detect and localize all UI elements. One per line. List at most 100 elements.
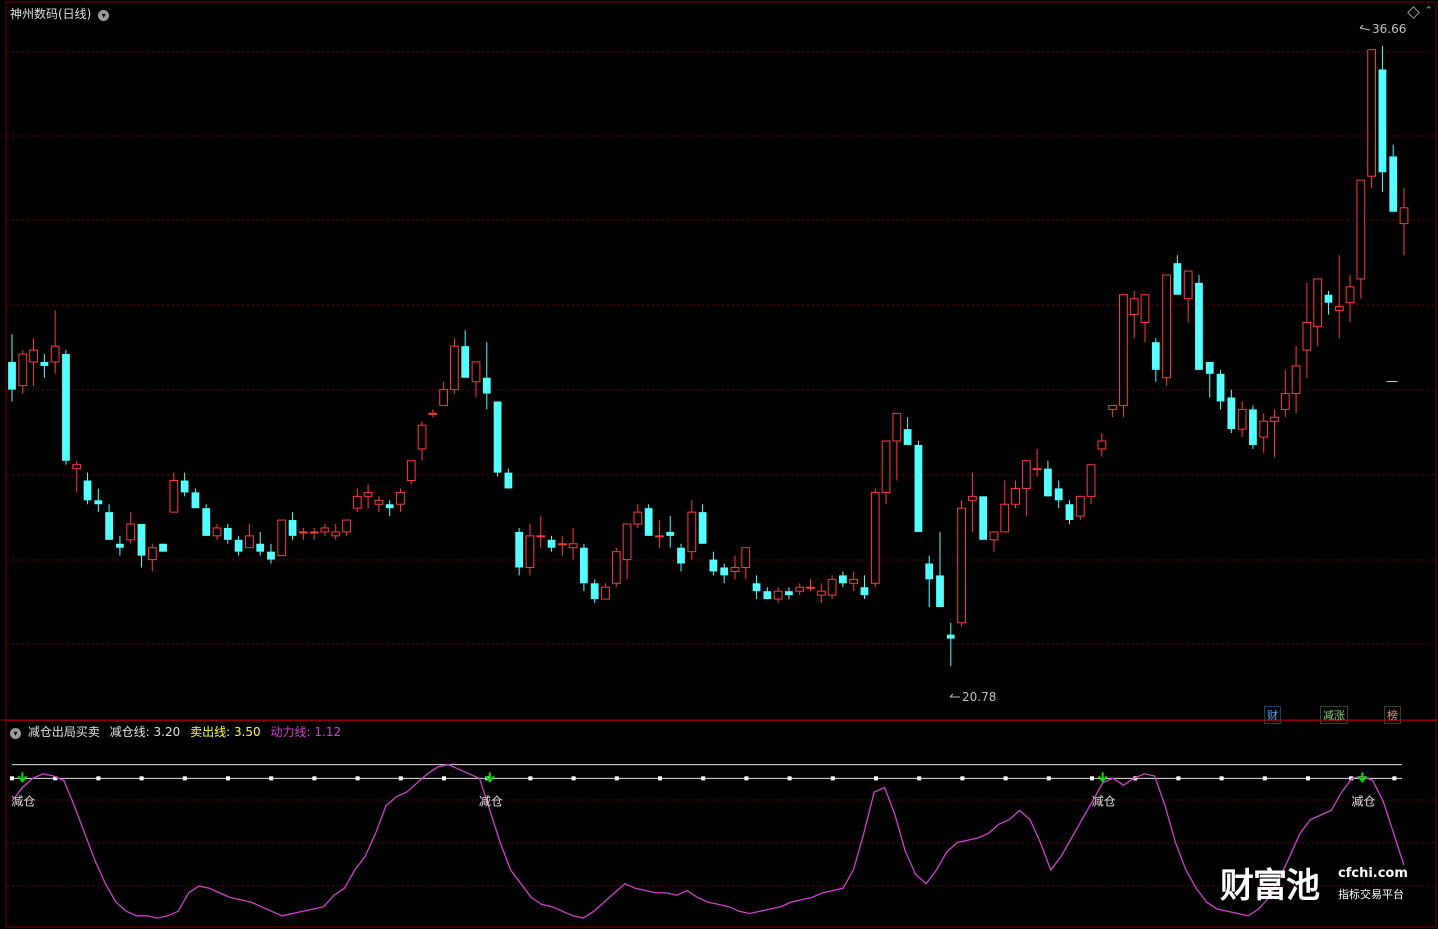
- candle-body: [870, 491, 880, 584]
- reduce-line-dot: [614, 776, 619, 781]
- candle-body: [1173, 263, 1182, 295]
- high-arrow-icon: [1359, 24, 1371, 31]
- candle-body: [202, 508, 211, 536]
- signal-arrow-icon: [1357, 772, 1368, 783]
- reduce-line-dot: [96, 776, 101, 781]
- candle-body: [234, 539, 243, 552]
- chevron-down-icon[interactable]: ▾: [10, 728, 21, 739]
- candle-body: [946, 634, 955, 639]
- reduce-line-dot: [960, 776, 965, 781]
- reduce-line-dot: [312, 776, 317, 781]
- candle-body: [1389, 156, 1398, 212]
- candle-body: [191, 492, 200, 509]
- candle-body: [1129, 298, 1139, 316]
- candle-body: [406, 460, 416, 482]
- candle-body: [83, 480, 92, 501]
- candle-body: [1151, 342, 1160, 370]
- candle-body: [1183, 270, 1193, 300]
- candle-body: [147, 547, 157, 561]
- candle-body: [989, 531, 999, 541]
- candle-body: [1356, 179, 1366, 280]
- candle-body: [1044, 468, 1052, 497]
- candle-body: [590, 583, 599, 600]
- candle-body: [331, 531, 341, 537]
- param-reduce: 减仓线: 3.20: [109, 725, 181, 739]
- candle-body: [687, 511, 697, 553]
- reduce-line-dot: [1219, 776, 1224, 781]
- reduce-line-dot: [139, 776, 144, 781]
- candle-body: [461, 346, 470, 378]
- candle-body: [1324, 294, 1333, 303]
- candle-body: [644, 508, 653, 536]
- candle-body: [611, 551, 621, 584]
- candle-body: [1313, 278, 1323, 327]
- candle-body: [881, 440, 891, 493]
- candle-body: [105, 512, 114, 540]
- candle-body: [40, 361, 49, 366]
- chevron-up-icon[interactable]: ⌃: [1424, 4, 1433, 17]
- candle-body: [1065, 504, 1074, 521]
- candle-body: [914, 444, 923, 532]
- candle-body: [1259, 420, 1269, 438]
- chevron-down-icon[interactable]: ▾: [98, 10, 110, 21]
- candle-body: [677, 547, 685, 564]
- candle-body: [827, 578, 837, 596]
- low-price-label: 20.78: [962, 690, 996, 704]
- candle-body: [903, 429, 912, 445]
- tag-ranking[interactable]: 榜: [1384, 706, 1401, 724]
- candle-body: [1291, 365, 1301, 395]
- candle-body: [116, 543, 124, 548]
- reduce-line-dot: [830, 776, 835, 781]
- candle-body: [979, 496, 988, 540]
- indicator-title[interactable]: 减仓出局买卖: [28, 725, 100, 739]
- reduce-line-dot: [10, 776, 14, 781]
- candle-body: [1075, 495, 1085, 517]
- candle-body: [1227, 397, 1236, 430]
- candle-body: [666, 531, 675, 536]
- reduce-line-dot: [1176, 776, 1181, 781]
- stock-title[interactable]: 神州数码(日线): [10, 7, 91, 21]
- candle-body: [1000, 503, 1010, 533]
- candle-body: [1119, 294, 1128, 406]
- candle-body: [925, 563, 934, 580]
- candle-body: [1280, 393, 1290, 410]
- reduce-line-dot: [226, 776, 230, 781]
- main-panel-header: 神州数码(日线) ▾: [10, 5, 110, 22]
- candle-body: [309, 531, 319, 534]
- reduce-line-dot: [744, 776, 749, 781]
- candle-body: [741, 547, 751, 568]
- candle-body: [94, 500, 103, 505]
- candle-body: [1345, 286, 1355, 304]
- watermark-slogan: 指标交易平台: [1338, 888, 1404, 901]
- chart-canvas[interactable]: 减仓 减仓 减仓 减仓 36.66 20.78 —: [0, 0, 1438, 929]
- candle-body: [601, 586, 610, 600]
- candle-body: [180, 480, 189, 493]
- candle-body: [374, 499, 384, 505]
- signal-arrow-icon: [1097, 772, 1108, 783]
- high-price-label: 36.66: [1372, 22, 1406, 36]
- candle-body: [525, 535, 535, 568]
- candle-body: [245, 535, 254, 549]
- candle-body: [29, 349, 38, 363]
- candle-body: [515, 531, 524, 568]
- candle-body: [1237, 408, 1247, 430]
- candle-body: [773, 590, 783, 600]
- reduce-line-dot: [571, 776, 576, 781]
- power-line: [11, 763, 1405, 919]
- tag-finance[interactable]: 财: [1264, 706, 1281, 724]
- candle-body: [1195, 282, 1203, 370]
- candle-body: [298, 531, 308, 534]
- candle-body: [267, 551, 275, 560]
- watermark: 财富池 cfchi.com 指标交易平台: [1220, 858, 1420, 906]
- candle-body: [126, 523, 136, 541]
- main-panel-frame: [5, 1, 1437, 721]
- watermark-site: cfchi.com: [1338, 866, 1408, 881]
- candle-body: [967, 495, 977, 501]
- candle-body: [709, 559, 718, 572]
- tag-reduce[interactable]: 减涨: [1320, 706, 1348, 724]
- reduce-line-dot: [442, 776, 446, 781]
- candle-body: [752, 583, 761, 592]
- candle-body: [816, 590, 826, 596]
- candle-body: [320, 527, 330, 533]
- price-dash-mark: —: [1386, 374, 1398, 388]
